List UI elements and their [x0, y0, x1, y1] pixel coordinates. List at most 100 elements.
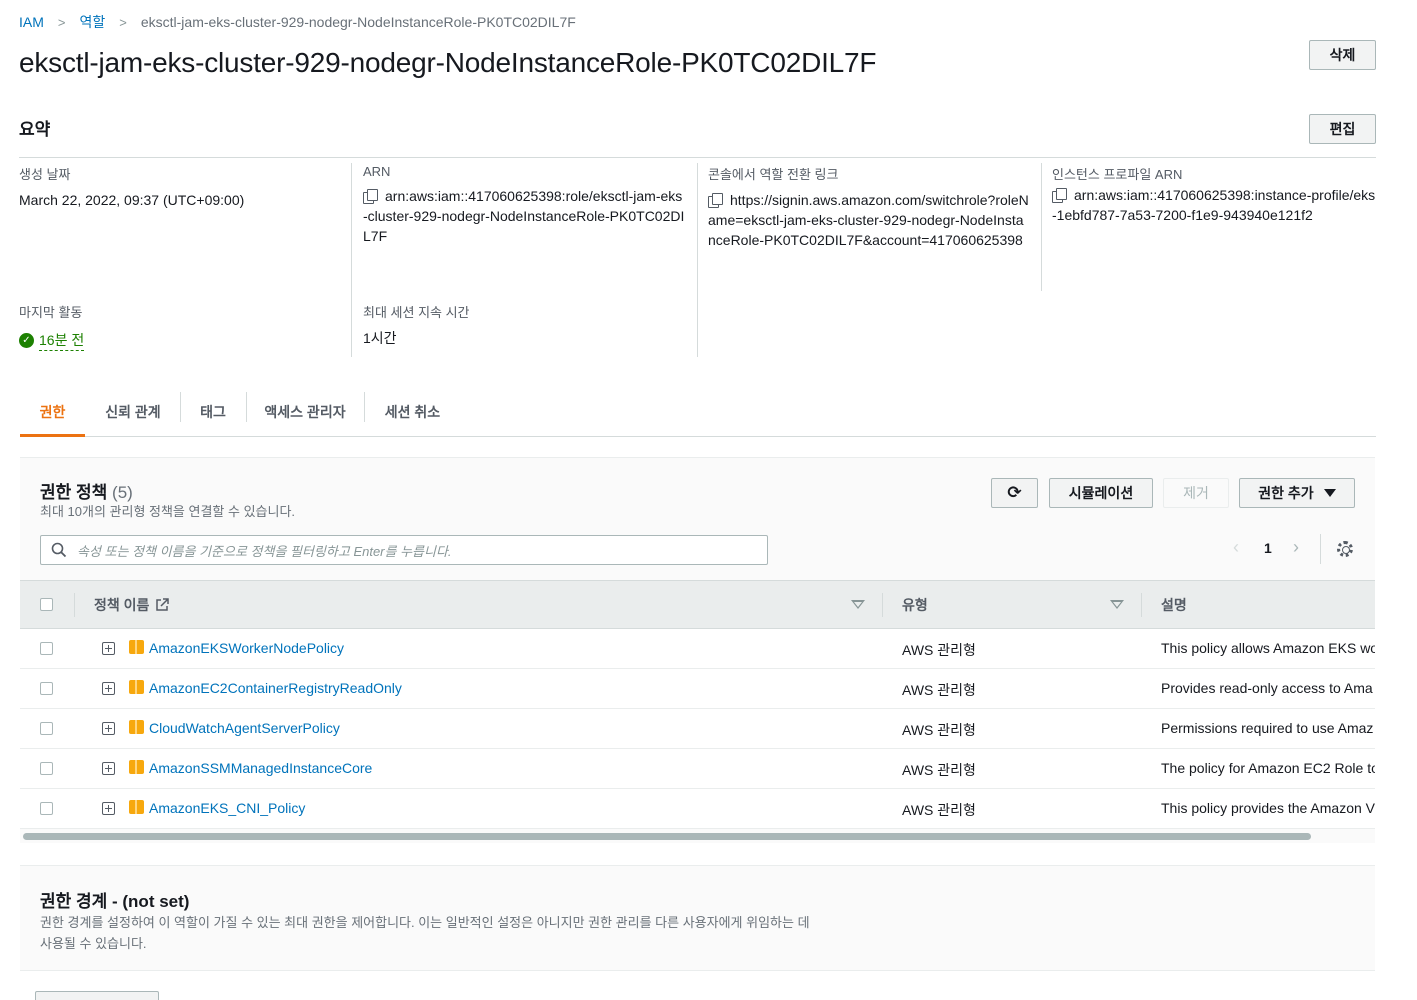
policy-type: AWS 관리형: [902, 722, 976, 738]
policy-name-link[interactable]: AmazonSSMManagedInstanceCore: [149, 760, 372, 776]
table-row: AmazonEKS_CNI_Policy AWS 관리형 This policy…: [20, 789, 1375, 829]
permissions-boundary-panel: 권한 경계 - (not set) 권한 경계를 설정하여 이 역할이 가질 수…: [20, 865, 1375, 971]
last-activity-value[interactable]: 16분 전: [39, 330, 85, 351]
tab-trust-relationships[interactable]: 신뢰 관계: [87, 388, 179, 436]
policy-name-link[interactable]: AmazonEC2ContainerRegistryReadOnly: [149, 680, 402, 696]
summary-instance-profile: 인스턴스 프로파일 ARN arn:aws:iam::417060625398:…: [1052, 164, 1376, 225]
delete-button[interactable]: 삭제: [1309, 40, 1376, 70]
search-icon: [51, 542, 67, 558]
pager-divider: [1320, 534, 1321, 564]
policy-package-icon: [129, 720, 144, 734]
expand-icon[interactable]: [102, 722, 115, 735]
arn-value: arn:aws:iam::417060625398:role/eksctl-ja…: [363, 188, 685, 244]
add-permissions-button[interactable]: 권한 추가: [1239, 478, 1355, 508]
sort-icon[interactable]: [1110, 600, 1124, 609]
copy-icon[interactable]: [708, 193, 723, 208]
set-boundary-button[interactable]: [35, 991, 159, 1000]
row-checkbox[interactable]: [40, 642, 53, 655]
row-checkbox[interactable]: [40, 762, 53, 775]
arn-value-wrap: arn:aws:iam::417060625398:role/eksctl-ja…: [363, 186, 685, 246]
summary-switch-link: 콘솔에서 역할 전환 링크 https://signin.aws.amazon.…: [708, 164, 1030, 250]
column-policy-name-label: 정책 이름: [94, 596, 150, 613]
caret-down-icon: [1323, 489, 1336, 497]
boundary-description: 권한 경계를 설정하여 이 역할이 가질 수 있는 최대 권한을 제어합니다. …: [40, 915, 810, 951]
max-session-label: 최대 세션 지속 시간: [363, 305, 470, 320]
breadcrumb: IAM > 역할 > eksctl-jam-eks-cluster-929-no…: [19, 12, 576, 32]
created-value: March 22, 2022, 09:37 (UTC+09:00): [19, 192, 245, 208]
tab-revoke-sessions[interactable]: 세션 취소: [365, 388, 460, 436]
policy-package-icon: [129, 640, 144, 654]
max-session-value: 1시간: [363, 330, 397, 346]
table-row: AmazonSSMManagedInstanceCore AWS 관리형 The…: [20, 749, 1375, 789]
expand-icon[interactable]: [102, 642, 115, 655]
policy-description: This policy allows Amazon EKS wo: [1161, 640, 1375, 656]
row-checkbox[interactable]: [40, 722, 53, 735]
add-permissions-label: 권한 추가: [1258, 485, 1314, 501]
tab-access-advisor[interactable]: 액세스 관리자: [247, 388, 363, 436]
policy-filter-input[interactable]: 속성 또는 정책 이름을 기준으로 정책을 필터링하고 Enter를 누릅니다.: [40, 535, 768, 565]
last-activity-status: ✓ 16분 전: [19, 330, 85, 351]
arn-label: ARN: [363, 164, 391, 179]
switch-value-wrap: https://signin.aws.amazon.com/switchrole…: [708, 190, 1030, 250]
summary-created: 생성 날짜 March 22, 2022, 09:37 (UTC+09:00): [19, 164, 339, 210]
table-row: CloudWatchAgentServerPolicy AWS 관리형 Perm…: [20, 709, 1375, 749]
policy-package-icon: [129, 800, 144, 814]
profile-label: 인스턴스 프로파일 ARN: [1052, 167, 1183, 182]
sort-icon[interactable]: [851, 600, 865, 609]
policy-name-link[interactable]: AmazonEKS_CNI_Policy: [149, 800, 305, 816]
refresh-button[interactable]: ⟳: [991, 478, 1038, 508]
switch-label: 콘솔에서 역할 전환 링크: [708, 167, 839, 182]
current-page[interactable]: 1: [1264, 540, 1272, 556]
expand-icon[interactable]: [102, 682, 115, 695]
select-all-checkbox[interactable]: [40, 598, 53, 611]
simulate-button[interactable]: 시뮬레이션: [1049, 478, 1153, 508]
policy-type: AWS 관리형: [902, 802, 976, 818]
summary-max-session: 최대 세션 지속 시간 1시간: [363, 302, 470, 348]
policy-name-link[interactable]: CloudWatchAgentServerPolicy: [149, 720, 340, 736]
policy-type: AWS 관리형: [902, 762, 976, 778]
tab-tags[interactable]: 태그: [181, 388, 245, 436]
breadcrumb-iam-link[interactable]: IAM: [19, 14, 44, 30]
chevron-right-icon: >: [119, 14, 127, 30]
horizontal-scrollbar[interactable]: [23, 833, 1311, 840]
copy-icon[interactable]: [1052, 188, 1067, 203]
boundary-title: 권한 경계 - (not set): [40, 892, 190, 911]
copy-icon[interactable]: [363, 189, 378, 204]
table-row: AmazonEC2ContainerRegistryReadOnly AWS 관…: [20, 669, 1375, 709]
switch-value: https://signin.aws.amazon.com/switchrole…: [708, 192, 1029, 248]
column-divider: [351, 163, 352, 357]
tab-permissions[interactable]: 권한: [20, 388, 85, 437]
gear-icon[interactable]: [1337, 541, 1353, 557]
expand-icon[interactable]: [102, 802, 115, 815]
permissions-description: 최대 10개의 관리형 정책을 연결할 수 있습니다.: [40, 504, 296, 519]
policy-description: Provides read-only access to Ama: [1161, 680, 1373, 696]
policy-description: This policy provides the Amazon V: [1161, 800, 1375, 816]
column-policy-name[interactable]: 정책 이름: [94, 581, 170, 628]
remove-button[interactable]: 제거: [1163, 478, 1229, 508]
created-label: 생성 날짜: [19, 167, 71, 182]
column-type[interactable]: 유형: [902, 581, 928, 628]
summary-arn: ARN arn:aws:iam::417060625398:role/eksct…: [363, 164, 685, 246]
permissions-count: (5): [112, 483, 133, 502]
profile-value: arn:aws:iam::417060625398:instance-profi…: [1052, 187, 1376, 223]
column-divider: [697, 163, 698, 357]
table-header: 정책 이름 유형 설명: [20, 580, 1375, 629]
row-checkbox[interactable]: [40, 802, 53, 815]
breadcrumb-roles-link[interactable]: 역할: [79, 12, 105, 32]
prev-page-icon[interactable]: ‹: [1233, 537, 1239, 558]
expand-icon[interactable]: [102, 762, 115, 775]
page-title: eksctl-jam-eks-cluster-929-nodegr-NodeIn…: [19, 47, 877, 78]
edit-button[interactable]: 편집: [1309, 114, 1376, 144]
column-divider: [1041, 163, 1042, 291]
column-description[interactable]: 설명: [1161, 581, 1187, 628]
external-link-icon: [156, 597, 170, 611]
divider: [19, 157, 1376, 158]
permissions-title-text: 권한 정책: [40, 483, 108, 502]
row-checkbox[interactable]: [40, 682, 53, 695]
chevron-right-icon: >: [57, 14, 66, 30]
next-page-icon[interactable]: ›: [1293, 537, 1299, 558]
policy-name-link[interactable]: AmazonEKSWorkerNodePolicy: [149, 640, 344, 656]
check-circle-icon: ✓: [19, 333, 34, 348]
permissions-title: 권한 정책 (5): [40, 478, 133, 503]
breadcrumb-current: eksctl-jam-eks-cluster-929-nodegr-NodeIn…: [140, 14, 576, 30]
